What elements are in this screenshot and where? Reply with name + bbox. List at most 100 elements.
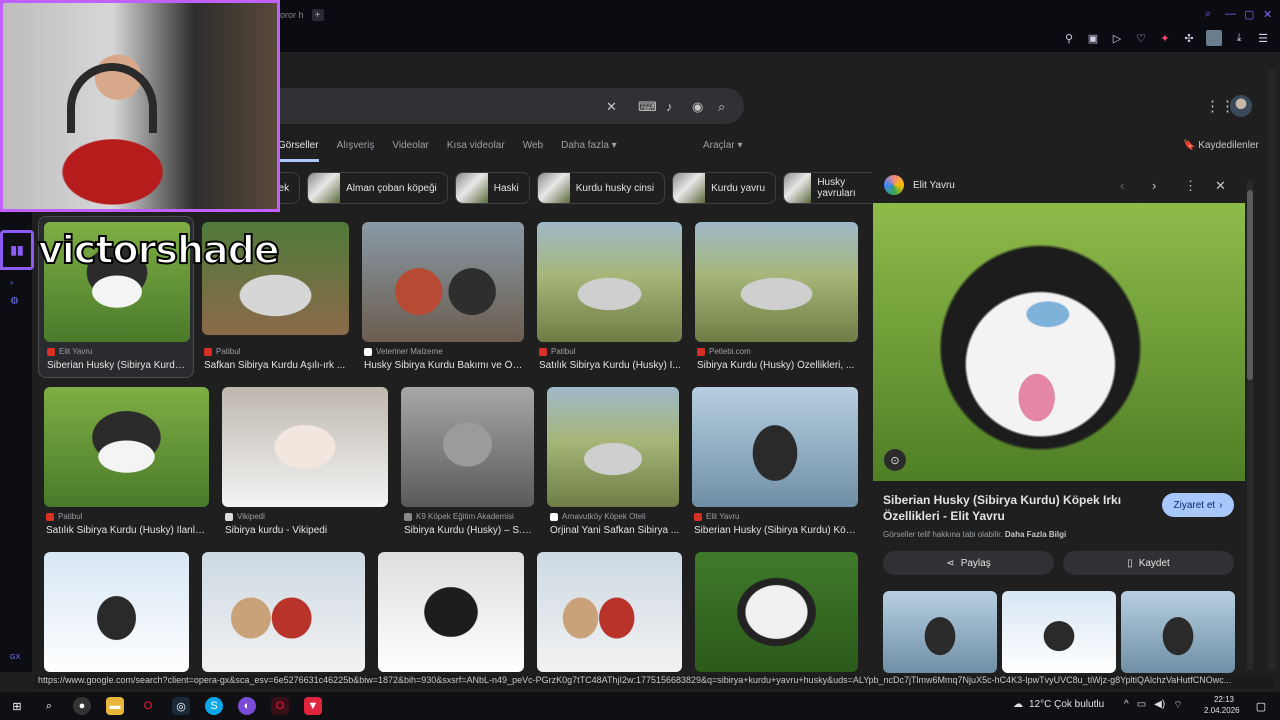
source-label: Arnavutköy Köpek Oteli (562, 512, 646, 521)
related-image[interactable] (883, 591, 997, 673)
clear-search-icon[interactable]: ✕ (606, 99, 617, 115)
puzzle-icon[interactable]: ✣ (1182, 32, 1196, 45)
app-icon[interactable]: ● (73, 697, 91, 715)
app-pinned-icon[interactable]: ▼ (304, 697, 322, 715)
chevron-up-icon[interactable]: ^ (1124, 699, 1129, 712)
save-button[interactable]: ▯ Kaydet (1063, 551, 1234, 575)
volume-icon[interactable]: ◀) (1154, 699, 1165, 712)
result-title[interactable]: Husky Sibirya Kurdu Bakımı ve Öz... (364, 360, 524, 371)
download-icon[interactable]: ⤓ (1232, 32, 1246, 45)
chip[interactable]: Kurdu husky cinsi (536, 172, 666, 204)
result-title[interactable]: Satılık Sibirya Kurdu (Husky) İlanla... (46, 525, 208, 536)
result-source: Elit Yavru (694, 512, 740, 521)
result-image[interactable] (378, 552, 524, 672)
windows-start-icon[interactable]: ⊞ (8, 697, 26, 715)
result-image[interactable] (44, 387, 209, 507)
chip[interactable]: Haski (454, 172, 530, 204)
lens-search-icon[interactable]: ⊙ (884, 449, 906, 471)
result-title[interactable]: Sibirya Kurdu (Husky) – S.I.R (404, 525, 534, 536)
new-tab-button[interactable]: + (311, 9, 324, 21)
panel-title[interactable]: Siberian Husky (Sibirya Kurdu) Köpek Irk… (883, 492, 1143, 524)
tab-more[interactable]: Daha fazla ▾ (561, 140, 617, 162)
panel-site-name[interactable]: Elit Yavru (913, 180, 955, 191)
result-image[interactable] (44, 552, 189, 672)
opera-icon[interactable]: O (139, 697, 157, 715)
heart-icon[interactable]: ♡ (1134, 32, 1148, 45)
snapshot-icon[interactable]: ▣ (1086, 32, 1100, 45)
tab-videos[interactable]: Videolar (392, 140, 429, 162)
stream-branding: ▮▮ victorshade (0, 224, 286, 276)
extension-icon[interactable]: ✦ (1158, 32, 1172, 45)
wifi-icon[interactable]: ⌔ (1173, 699, 1182, 712)
discord-icon[interactable]: ◐ (238, 697, 256, 715)
play-icon[interactable]: ▷ (1110, 32, 1124, 45)
result-image[interactable] (695, 222, 858, 342)
account-avatar[interactable] (1206, 30, 1222, 46)
result-image[interactable] (401, 387, 534, 507)
learn-more-link[interactable]: Daha Fazla Bilgi (1005, 530, 1066, 539)
tab-images[interactable]: Görseller (278, 140, 319, 162)
chip[interactable]: Kurdu yavru (672, 172, 777, 204)
search-icon[interactable]: ⌕ (40, 697, 58, 715)
sidebar-item-icon[interactable]: ▫ (10, 278, 22, 290)
opera-gx-icon[interactable]: O (271, 697, 289, 715)
gx-icon[interactable]: GX (10, 654, 22, 666)
site-favicon-icon (47, 347, 55, 356)
tools-button[interactable]: Araçlar ▾ (703, 140, 742, 151)
lens-icon[interactable]: ◉ (692, 99, 703, 115)
result-title[interactable]: Safkan Sibirya Kurdu Aşılı-ırk ... (204, 360, 349, 371)
file-explorer-icon[interactable]: ▬ (106, 697, 124, 715)
pin-icon[interactable]: ⚲ (1062, 32, 1076, 45)
tab-web[interactable]: Web (523, 140, 543, 162)
twitch-icon: ▮▮ (0, 230, 34, 270)
result-title[interactable]: Sibirya Kurdu (Husky) Özellikleri, ... (697, 360, 857, 371)
tab-short-videos[interactable]: Kısa videolar (447, 140, 505, 162)
result-image[interactable] (692, 387, 858, 507)
result-image[interactable] (222, 387, 388, 507)
steam-icon[interactable]: ◎ (172, 697, 190, 715)
menu-icon[interactable]: ☰ (1256, 32, 1270, 45)
chip[interactable]: Alman çoban köpeği (307, 172, 448, 204)
site-favicon-icon (697, 347, 705, 356)
result-image[interactable] (537, 552, 682, 672)
settings-icon[interactable]: ⚙ (10, 296, 22, 308)
page-scrollbar[interactable] (1268, 70, 1276, 670)
share-button[interactable]: ⋖ Paylaş (883, 551, 1054, 575)
result-image[interactable] (547, 387, 679, 507)
result-image[interactable] (362, 222, 524, 342)
close-window-icon[interactable]: ✕ (1263, 8, 1272, 21)
result-title[interactable]: Sibirya kurdu - Vikipedi (225, 525, 387, 536)
result-image[interactable] (695, 552, 858, 672)
visit-button[interactable]: Ziyaret et › (1162, 493, 1234, 517)
related-image[interactable] (1002, 591, 1116, 673)
site-favicon-icon (404, 512, 412, 521)
minimize-icon[interactable]: — (1225, 8, 1236, 20)
tab-shopping[interactable]: Alışveriş (337, 140, 375, 162)
result-title[interactable]: Orjinal Yani Safkan Sibirya ... (550, 525, 680, 536)
result-title[interactable]: Siberian Husky (Sibirya Kurdu... (47, 360, 187, 371)
skype-icon[interactable]: S (205, 697, 223, 715)
network-icon[interactable]: ▭ (1137, 699, 1146, 712)
preview-image[interactable] (873, 203, 1245, 481)
notification-icon[interactable]: ▢ (1252, 697, 1270, 715)
result-title[interactable]: Siberian Husky (Sibirya Kurdu) Köp... (694, 525, 856, 536)
search-tabs-icon[interactable]: ⌕ (1205, 8, 1211, 21)
previous-icon[interactable]: ‹ (1120, 178, 1124, 193)
profile-avatar[interactable] (1230, 95, 1252, 117)
close-icon[interactable]: ✕ (1215, 178, 1226, 194)
clock[interactable]: 22:13 2.04.2026 (1204, 694, 1240, 716)
more-options-icon[interactable]: ⋮ (1184, 178, 1197, 194)
search-icon[interactable]: ⌕ (718, 99, 725, 115)
next-icon[interactable]: › (1152, 178, 1156, 193)
result-image[interactable] (202, 552, 365, 672)
maximize-icon[interactable]: ▢ (1244, 8, 1254, 21)
result-image[interactable] (537, 222, 682, 342)
weather-widget[interactable]: ☁ 12°C Çok bulutlu (1013, 699, 1104, 710)
result-title[interactable]: Satılık Sibirya Kurdu (Husky) İ... (539, 360, 682, 371)
keyboard-icon[interactable]: ⌨ (638, 99, 657, 115)
panel-scrollbar-thumb[interactable] (1247, 190, 1253, 380)
saved-button[interactable]: 🔖 Kaydedilenler (1183, 140, 1259, 151)
tab-title[interactable]: oror h (280, 10, 304, 20)
microphone-icon[interactable]: ♪ (666, 99, 673, 114)
related-image[interactable] (1121, 591, 1235, 673)
